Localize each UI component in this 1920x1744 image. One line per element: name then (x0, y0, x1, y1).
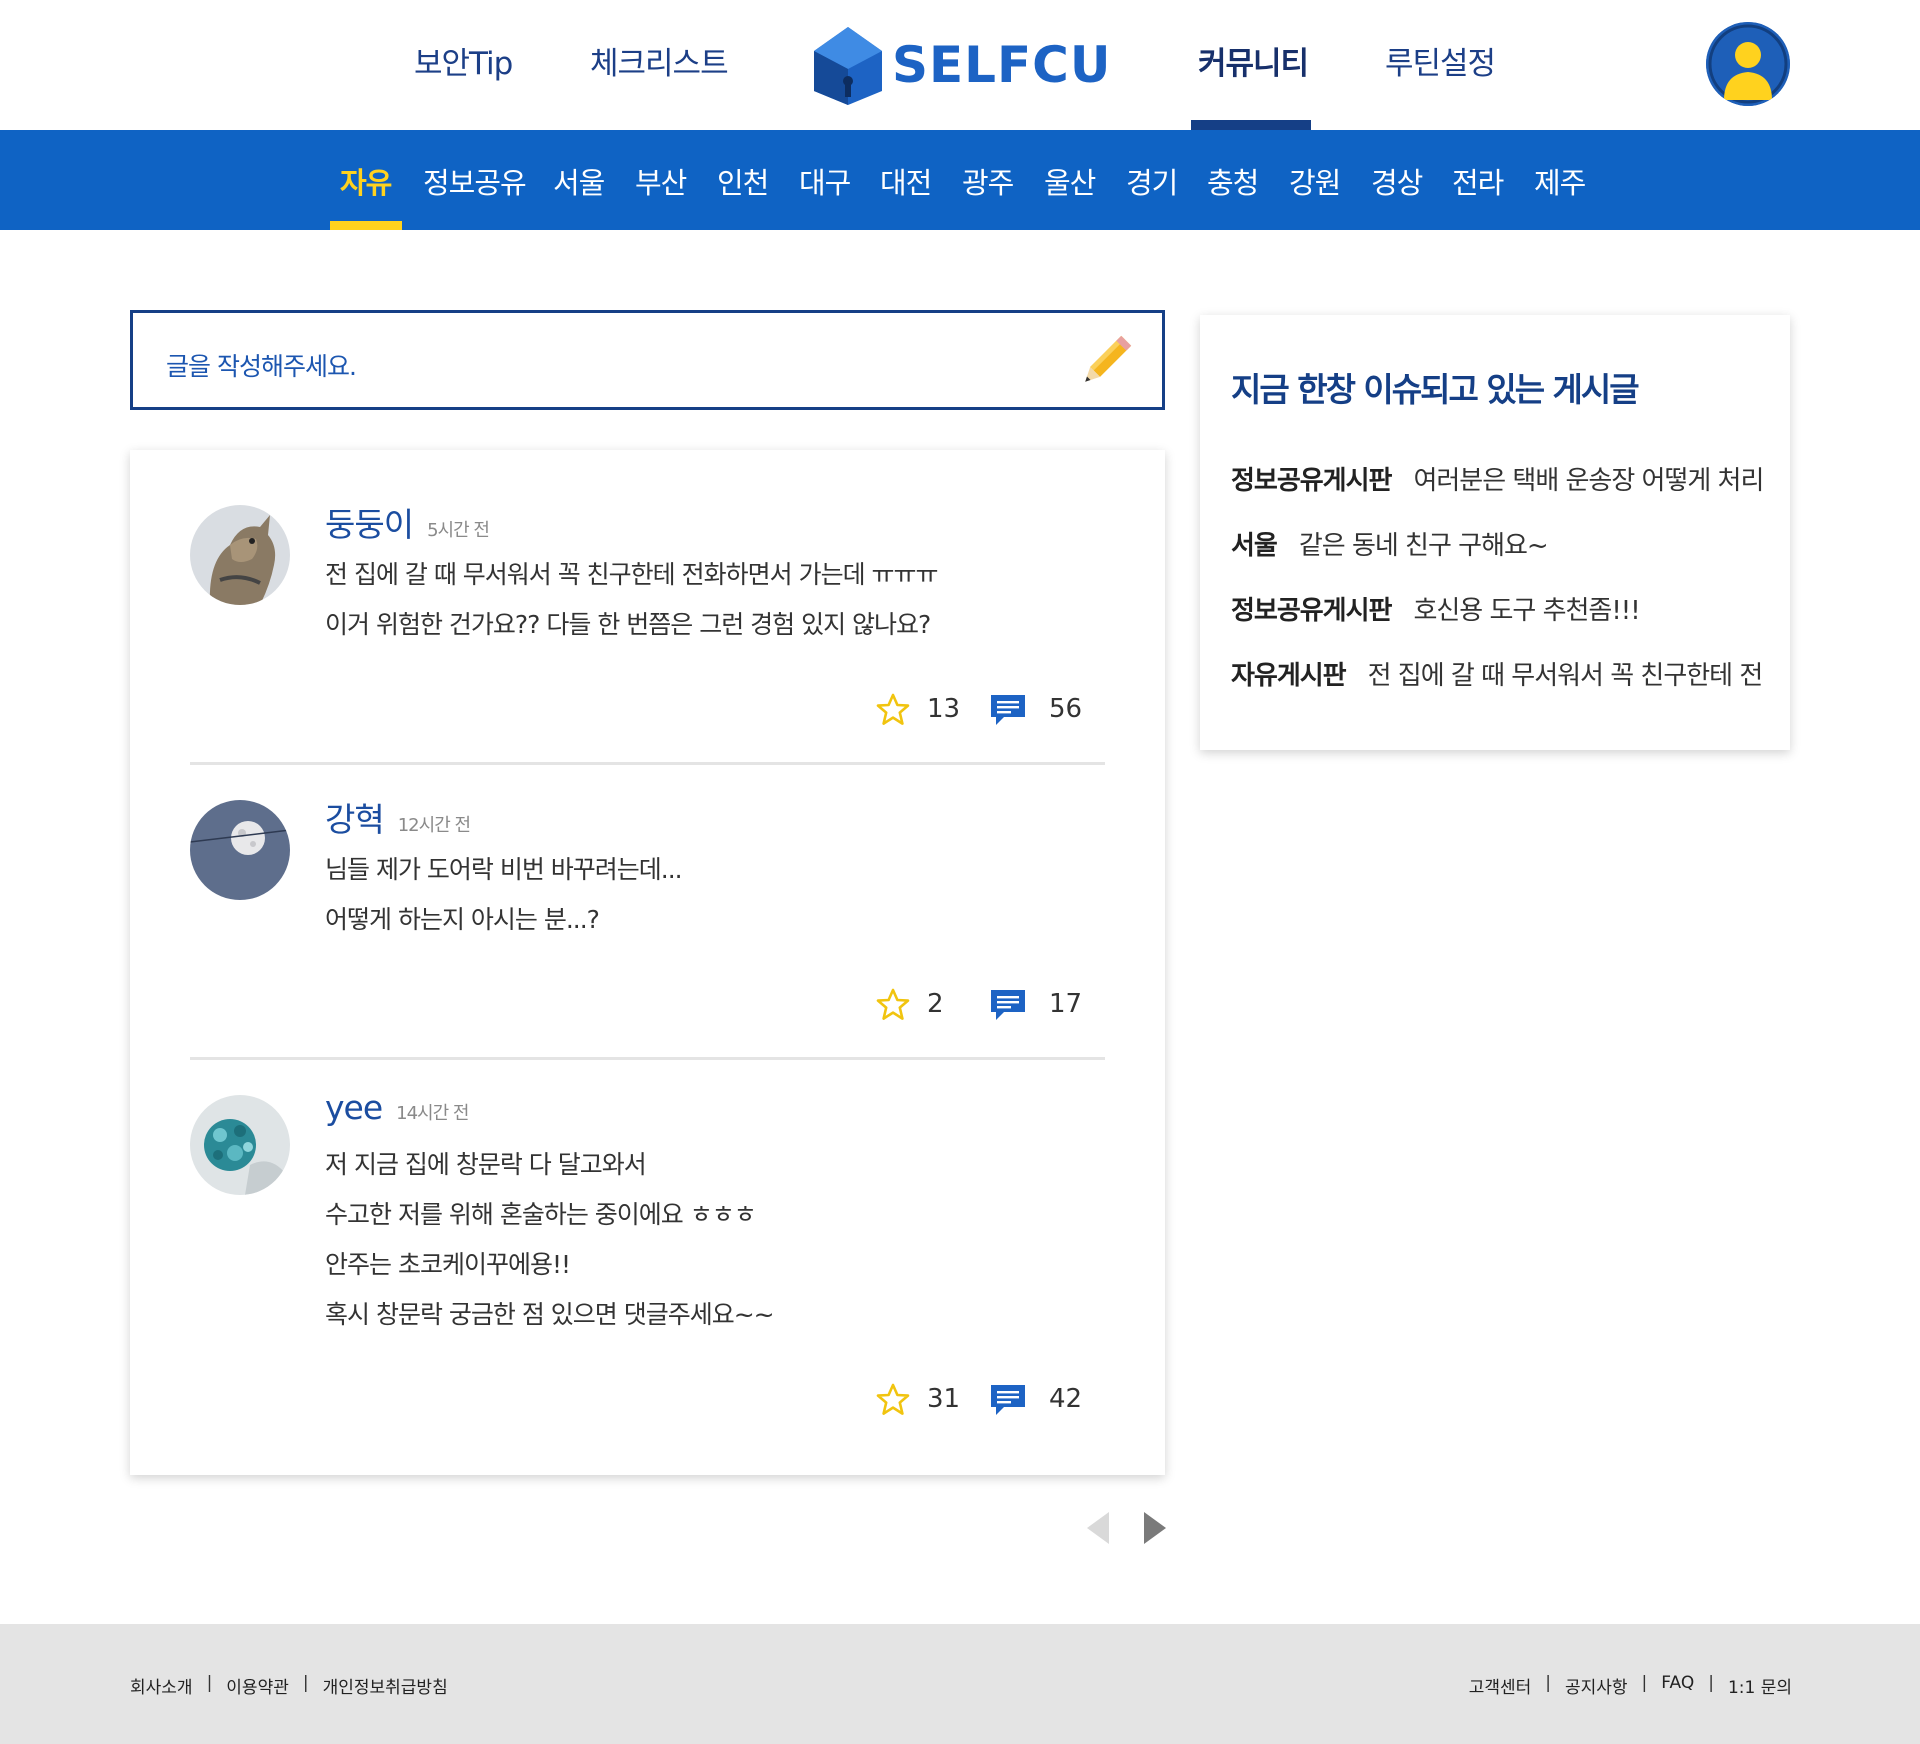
trending-text[interactable]: 같은 동네 친구 구해요~ (1299, 531, 1549, 561)
post-stats: 31 42 (875, 1380, 1115, 1420)
post-body-line: 혹시 창문락 궁금한 점 있으면 댓글주세요~~ (325, 1300, 775, 1329)
star-count: 13 (927, 694, 961, 724)
star-count: 31 (927, 1384, 961, 1414)
trending-board[interactable]: 자유게시판 (1231, 661, 1347, 691)
category-daegu[interactable]: 대구 (799, 160, 851, 202)
cat-photo-avatar[interactable] (190, 505, 290, 605)
nav-item-community[interactable]: 커뮤니티 (1198, 38, 1309, 83)
category-bar: 자유 정보공유 서울 부산 인천 대구 대전 광주 울산 경기 충청 강원 경상… (0, 130, 1920, 230)
post-body-line: 어떻게 하는지 아시는 분...? (325, 905, 600, 934)
footer-link-terms[interactable]: 이용약관 (226, 1673, 289, 1698)
trending-text[interactable]: 여러분은 택배 운송장 어떻게 처리 (1413, 466, 1764, 496)
triangle-left-icon[interactable] (1083, 1510, 1113, 1546)
trending-title: 지금 한창 이슈되고 있는 게시글 (1231, 370, 1640, 409)
triangle-right-icon[interactable] (1140, 1510, 1170, 1546)
footer-links-left: 회사소개 | 이용약관 | 개인정보취급방침 (130, 1673, 448, 1698)
write-post-box[interactable]: 글을 작성해주세요. (130, 310, 1165, 410)
category-info-share[interactable]: 정보공유 (423, 160, 527, 202)
category-ulsan[interactable]: 울산 (1044, 160, 1096, 202)
pencil-icon[interactable] (1073, 330, 1137, 394)
footer-separator: | (1641, 1673, 1648, 1693)
post-body-line: 이거 위험한 건가요?? 다들 한 번쯤은 그런 경험 있지 않나요? (325, 610, 931, 639)
footer-separator: | (1708, 1673, 1714, 1693)
trending-item[interactable]: 서울 같은 동네 친구 구해요~ (1231, 525, 1549, 562)
comment-count: 42 (1049, 1384, 1083, 1414)
category-active-indicator (330, 221, 402, 230)
category-daejeon[interactable]: 대전 (880, 160, 932, 202)
category-busan[interactable]: 부산 (635, 160, 687, 202)
trending-board[interactable]: 서울 (1231, 531, 1278, 561)
footer-links-right: 고객센터 | 공지사항 | FAQ | 1:1 문의 (1469, 1673, 1792, 1698)
category-gyeongsang[interactable]: 경상 (1371, 160, 1423, 202)
footer-link-notice[interactable]: 공지사항 (1565, 1673, 1628, 1698)
footer: 회사소개 | 이용약관 | 개인정보취급방침 고객센터 | 공지사항 | FAQ… (0, 1624, 1920, 1744)
category-jeju[interactable]: 제주 (1534, 160, 1586, 202)
top-header: 보안Tip 체크리스트 SELFCU 커뮤니티 루틴설정 (0, 0, 1920, 130)
moon-photo-avatar[interactable] (190, 800, 290, 900)
footer-link-company[interactable]: 회사소개 (130, 1673, 193, 1698)
post-body-line: 님들 제가 도어락 비번 바꾸려는데... (325, 855, 683, 884)
logo[interactable]: SELFCU (812, 24, 1111, 106)
comment-count: 17 (1049, 989, 1083, 1019)
comment-icon[interactable] (989, 1382, 1027, 1418)
post-body-line: 안주는 초코케이꾸에용!! (325, 1250, 571, 1279)
category-gyeonggi[interactable]: 경기 (1126, 160, 1178, 202)
post-list-card: 둥둥이 5시간 전 전 집에 갈 때 무서워서 꼭 친구한테 전화하면서 가는데 … (130, 450, 1165, 1475)
user-avatar-icon[interactable] (1706, 22, 1790, 106)
footer-separator: | (302, 1673, 309, 1693)
trending-posts-card: 지금 한창 이슈되고 있는 게시글 정보공유게시판 여러분은 택배 운송장 어떻게… (1200, 315, 1790, 750)
trending-text[interactable]: 전 집에 갈 때 무서워서 꼭 친구한테 전 (1368, 661, 1764, 691)
post-time: 12시간 전 (397, 815, 471, 836)
comment-count: 56 (1049, 694, 1083, 724)
category-free[interactable]: 자유 (340, 160, 392, 202)
comment-icon[interactable] (989, 987, 1027, 1023)
trending-item[interactable]: 정보공유게시판 여러분은 택배 운송장 어떻게 처리 (1231, 460, 1764, 497)
footer-link-privacy[interactable]: 개인정보취급방침 (323, 1673, 448, 1698)
trending-text[interactable]: 호신용 도구 추천좀!!! (1413, 596, 1640, 626)
trending-item[interactable]: 정보공유게시판 호신용 도구 추천좀!!! (1231, 590, 1641, 627)
post-author[interactable]: 강혁 12시간 전 (325, 793, 471, 841)
trending-item[interactable]: 자유게시판 전 집에 갈 때 무서워서 꼭 친구한테 전 (1231, 655, 1764, 692)
post-author[interactable]: yee 14시간 전 (325, 1088, 469, 1127)
nav-item-checklist[interactable]: 체크리스트 (590, 38, 729, 83)
category-jeolla[interactable]: 전라 (1452, 160, 1504, 202)
category-gangwon[interactable]: 강원 (1289, 160, 1341, 202)
post-divider (190, 1057, 1105, 1060)
post-author-name[interactable]: 둥둥이 (325, 505, 414, 544)
footer-link-inquiry[interactable]: 1:1 문의 (1728, 1673, 1792, 1698)
footer-link-support[interactable]: 고객센터 (1469, 1673, 1532, 1698)
post-body-line: 수고한 저를 위해 혼술하는 중이에요 ㅎㅎㅎ (325, 1200, 757, 1229)
post-divider (190, 762, 1105, 765)
nav-active-indicator (1191, 120, 1311, 130)
category-incheon[interactable]: 인천 (717, 160, 769, 202)
post-author-name[interactable]: 강혁 (325, 800, 385, 839)
star-icon[interactable] (875, 987, 911, 1023)
category-gwangju[interactable]: 광주 (962, 160, 1014, 202)
post-stats: 2 17 (875, 985, 1115, 1025)
post-stats: 13 56 (875, 690, 1115, 730)
post-body-line: 저 지금 집에 창문락 다 달고와서 (325, 1150, 647, 1179)
post-author[interactable]: 둥둥이 5시간 전 (325, 498, 490, 546)
nav-item-security-tip[interactable]: 보안Tip (414, 38, 513, 83)
trending-board[interactable]: 정보공유게시판 (1231, 596, 1392, 626)
logo-wordmark: SELFCU (892, 36, 1112, 94)
star-icon[interactable] (875, 1382, 911, 1418)
write-post-placeholder[interactable]: 글을 작성해주세요. (166, 347, 357, 383)
footer-link-faq[interactable]: FAQ (1661, 1673, 1694, 1698)
footer-separator: | (1545, 1673, 1551, 1693)
post-author-name[interactable]: yee (325, 1088, 383, 1127)
nav-item-routine[interactable]: 루틴설정 (1385, 38, 1496, 83)
star-icon[interactable] (875, 692, 911, 728)
house-logo-icon (814, 27, 882, 105)
comment-icon[interactable] (989, 692, 1027, 728)
post-body-line: 전 집에 갈 때 무서워서 꼭 친구한테 전화하면서 가는데 ㅠㅠㅠ (325, 560, 939, 589)
post-time: 14시간 전 (396, 1103, 469, 1124)
trending-board[interactable]: 정보공유게시판 (1231, 466, 1392, 496)
post-time: 5시간 전 (427, 520, 490, 541)
footer-separator: | (206, 1673, 213, 1693)
category-seoul[interactable]: 서울 (553, 160, 605, 202)
category-chungcheong[interactable]: 충청 (1207, 160, 1259, 202)
star-count: 2 (927, 989, 944, 1019)
flower-photo-avatar[interactable] (190, 1095, 290, 1195)
